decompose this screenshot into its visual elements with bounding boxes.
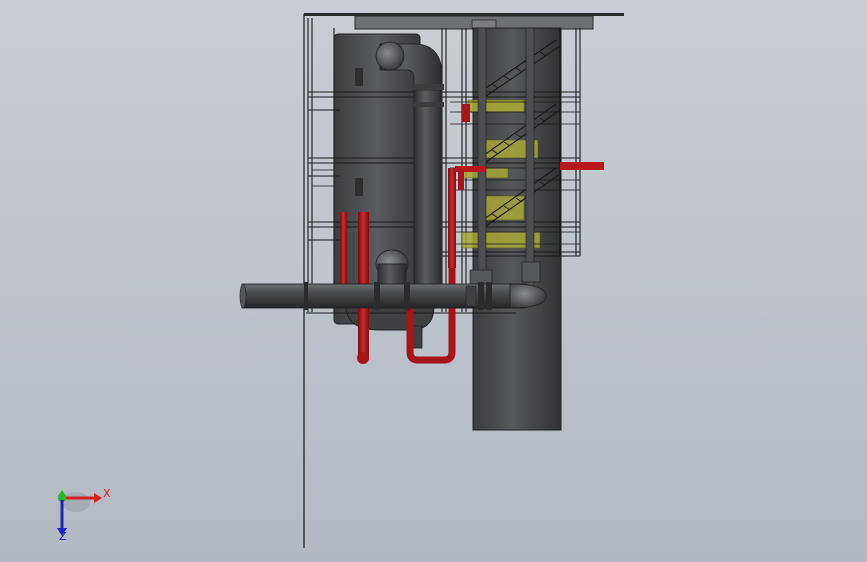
roof-plate: [304, 13, 624, 30]
coordinate-triad: [57, 490, 102, 536]
x-axis-label: X: [103, 487, 111, 500]
3d-model-view[interactable]: [0, 0, 867, 562]
triad-shadow-icon: [62, 492, 90, 512]
graphics-viewport[interactable]: X Z: [0, 0, 867, 562]
horizontal-main-pipe: [239, 282, 547, 310]
z-axis-label: Z: [59, 530, 67, 543]
